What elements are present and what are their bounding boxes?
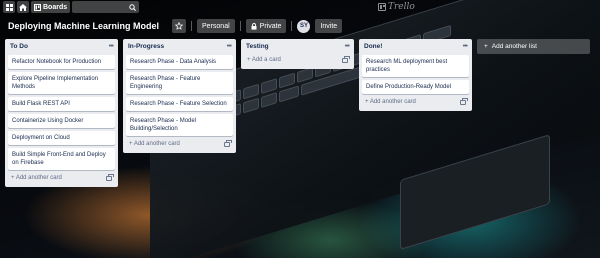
- board-lists: To Do ••• Refactor Notebook for Producti…: [5, 39, 590, 187]
- list-menu-icon[interactable]: •••: [345, 43, 350, 50]
- list-title[interactable]: Testing: [246, 43, 269, 50]
- list-to-do: To Do ••• Refactor Notebook for Producti…: [5, 39, 118, 187]
- card[interactable]: Deployment on Cloud: [8, 131, 115, 145]
- header-divider: [191, 21, 193, 31]
- card[interactable]: Build Flask REST API: [8, 97, 115, 111]
- list-header[interactable]: To Do •••: [8, 40, 115, 52]
- list-title[interactable]: To Do: [10, 43, 28, 50]
- add-card-label: Add another card: [369, 99, 416, 105]
- add-card-row: + Add another card: [126, 138, 233, 150]
- lock-icon: [251, 22, 257, 30]
- card[interactable]: Research Phase - Model Building/Selectio…: [126, 114, 233, 136]
- top-nav-bar: Boards Trello: [0, 0, 600, 14]
- team-button[interactable]: Personal: [197, 19, 235, 33]
- add-card-button[interactable]: + Add another card: [129, 141, 180, 147]
- visibility-button[interactable]: Private: [245, 19, 287, 33]
- card-template-icon[interactable]: [224, 139, 232, 147]
- board-header: Deploying Machine Learning Model Persona…: [5, 18, 343, 34]
- card-template-icon[interactable]: [106, 173, 114, 181]
- trello-logo-icon: [378, 3, 386, 11]
- boards-button[interactable]: Boards: [31, 1, 71, 13]
- header-divider: [291, 21, 293, 31]
- search-icon: [129, 3, 137, 11]
- card-template-icon[interactable]: [342, 55, 350, 63]
- search-input[interactable]: [72, 1, 140, 13]
- visibility-label: Private: [259, 22, 282, 30]
- home-button[interactable]: [17, 1, 29, 13]
- list-header[interactable]: Done! •••: [362, 40, 469, 52]
- list-done: Done! ••• Research ML deployment best pr…: [359, 39, 472, 111]
- card[interactable]: Define Production-Ready Model: [362, 80, 469, 94]
- list-menu-icon[interactable]: •••: [227, 43, 232, 50]
- home-icon: [19, 3, 27, 11]
- board-title[interactable]: Deploying Machine Learning Model: [5, 21, 162, 31]
- trello-logo-text: Trello: [388, 2, 415, 12]
- list-menu-icon[interactable]: •••: [463, 43, 468, 50]
- boards-icon: [34, 3, 41, 11]
- list-testing: Testing ••• + Add a card: [241, 39, 354, 69]
- list-in-progress: In-Progress ••• Research Phase - Data An…: [123, 39, 236, 153]
- add-card-row: + Add another card: [8, 172, 115, 184]
- card[interactable]: Refactor Notebook for Production: [8, 55, 115, 69]
- plus-icon: +: [484, 43, 488, 50]
- card[interactable]: Research Phase - Feature Selection: [126, 97, 233, 111]
- invite-button[interactable]: Invite: [315, 19, 343, 33]
- list-header[interactable]: Testing •••: [244, 40, 351, 52]
- list-title[interactable]: In-Progress: [128, 43, 164, 50]
- card[interactable]: Build Simple Front-End and Deploy on Fir…: [8, 148, 115, 170]
- card-template-icon[interactable]: [460, 97, 468, 105]
- add-list-label: Add another list: [491, 43, 537, 50]
- card[interactable]: Research ML deployment best practices: [362, 55, 469, 77]
- add-card-button[interactable]: + Add another card: [11, 175, 62, 181]
- card[interactable]: Research Phase - Data Analysis: [126, 55, 233, 69]
- add-card-row: + Add a card: [244, 54, 351, 66]
- star-board-button[interactable]: [172, 19, 187, 33]
- add-list-button[interactable]: + Add another list: [477, 39, 590, 54]
- apps-grid-icon: [5, 3, 13, 11]
- add-card-button[interactable]: + Add a card: [247, 57, 281, 63]
- add-card-label: Add another card: [133, 141, 180, 147]
- boards-button-label: Boards: [43, 3, 68, 11]
- list-title[interactable]: Done!: [364, 43, 382, 50]
- add-card-button[interactable]: + Add another card: [365, 99, 416, 105]
- add-card-label: Add another card: [15, 175, 62, 181]
- add-card-label: Add a card: [251, 57, 281, 63]
- list-menu-icon[interactable]: •••: [109, 43, 114, 50]
- star-icon: [175, 22, 184, 30]
- trello-logo[interactable]: Trello: [378, 2, 415, 12]
- add-card-row: + Add another card: [362, 96, 469, 108]
- card[interactable]: Explore Pipeline Implementation Methods: [8, 72, 115, 94]
- apps-menu-button[interactable]: [3, 1, 15, 13]
- header-divider: [239, 21, 241, 31]
- card[interactable]: Containerize Using Docker: [8, 114, 115, 128]
- list-header[interactable]: In-Progress •••: [126, 40, 233, 52]
- member-avatar[interactable]: SY: [297, 19, 311, 33]
- card[interactable]: Research Phase - Feature Engineering: [126, 72, 233, 94]
